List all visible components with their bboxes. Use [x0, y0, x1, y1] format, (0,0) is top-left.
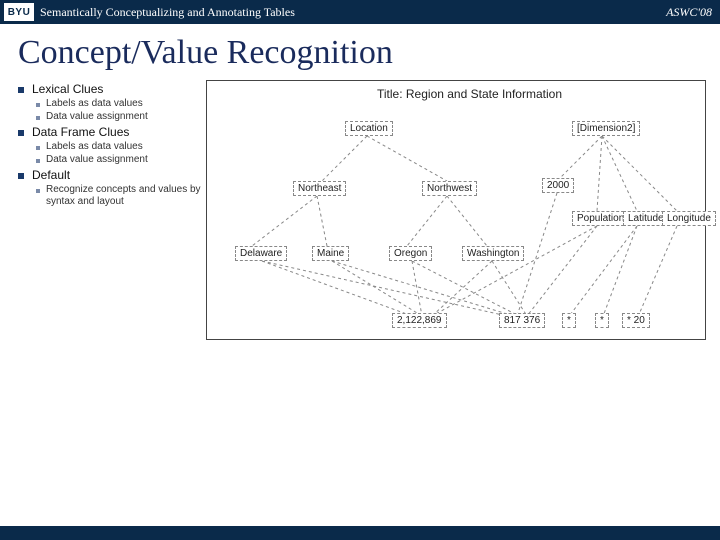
node-longitude: Longitude — [662, 211, 716, 226]
bullet-square-icon — [36, 103, 40, 107]
node-northwest: Northwest — [422, 181, 477, 196]
list-subitem-label: Labels as data values — [46, 141, 143, 153]
topbar-left: BYU Semantically Conceptualizing and Ann… — [0, 3, 295, 21]
node-oregon: Oregon — [389, 246, 432, 261]
list-subitem: Data value assignment — [36, 111, 206, 123]
diagram: Title: Region and State Information — [206, 80, 706, 340]
list-item-label: Data Frame Clues — [32, 125, 129, 139]
list-item: Data Frame Clues — [18, 125, 206, 139]
list-subitem: Labels as data values — [36, 98, 206, 110]
bullet-square-icon — [36, 159, 40, 163]
slide-content: Lexical Clues Labels as data values Data… — [0, 80, 720, 340]
list-item-label: Lexical Clues — [32, 82, 103, 96]
node-value-3: * — [562, 313, 576, 328]
node-year: 2000 — [542, 178, 574, 193]
node-delaware: Delaware — [235, 246, 287, 261]
byu-logo: BYU — [4, 3, 34, 21]
list-item: Default — [18, 168, 206, 182]
list-item-label: Default — [32, 168, 70, 182]
node-population: Population — [572, 211, 629, 226]
bottom-bar — [0, 526, 720, 540]
conference-label: ASWC'08 — [666, 5, 712, 20]
slide-title: Concept/Value Recognition — [0, 24, 720, 80]
node-location: Location — [345, 121, 393, 136]
node-washington: Washington — [462, 246, 524, 261]
bullet-square-icon — [36, 146, 40, 150]
list-item: Lexical Clues — [18, 82, 206, 96]
bullet-square-icon — [18, 130, 24, 136]
bullet-list: Lexical Clues Labels as data values Data… — [18, 80, 206, 340]
top-bar: BYU Semantically Conceptualizing and Ann… — [0, 0, 720, 24]
list-subitem: Data value assignment — [36, 154, 206, 166]
diagram-edges — [207, 81, 705, 339]
node-value-4: * — [595, 313, 609, 328]
list-subitem-label: Data value assignment — [46, 111, 148, 123]
node-value-2: 817 376 — [499, 313, 545, 328]
bullet-square-icon — [36, 116, 40, 120]
list-subitem: Labels as data values — [36, 141, 206, 153]
presentation-title: Semantically Conceptualizing and Annotat… — [40, 5, 295, 20]
list-subitem: Recognize concepts and values by syntax … — [36, 184, 206, 208]
node-value-5: * 20 — [622, 313, 650, 328]
bullet-square-icon — [36, 189, 40, 193]
node-maine: Maine — [312, 246, 349, 261]
node-dimension2: [Dimension2] — [572, 121, 640, 136]
node-northeast: Northeast — [293, 181, 346, 196]
list-subitem-label: Recognize concepts and values by syntax … — [46, 184, 206, 208]
list-subitem-label: Data value assignment — [46, 154, 148, 166]
bullet-square-icon — [18, 173, 24, 179]
list-subitem-label: Labels as data values — [46, 98, 143, 110]
bullet-square-icon — [18, 87, 24, 93]
node-value-1: 2,122,869 — [392, 313, 447, 328]
